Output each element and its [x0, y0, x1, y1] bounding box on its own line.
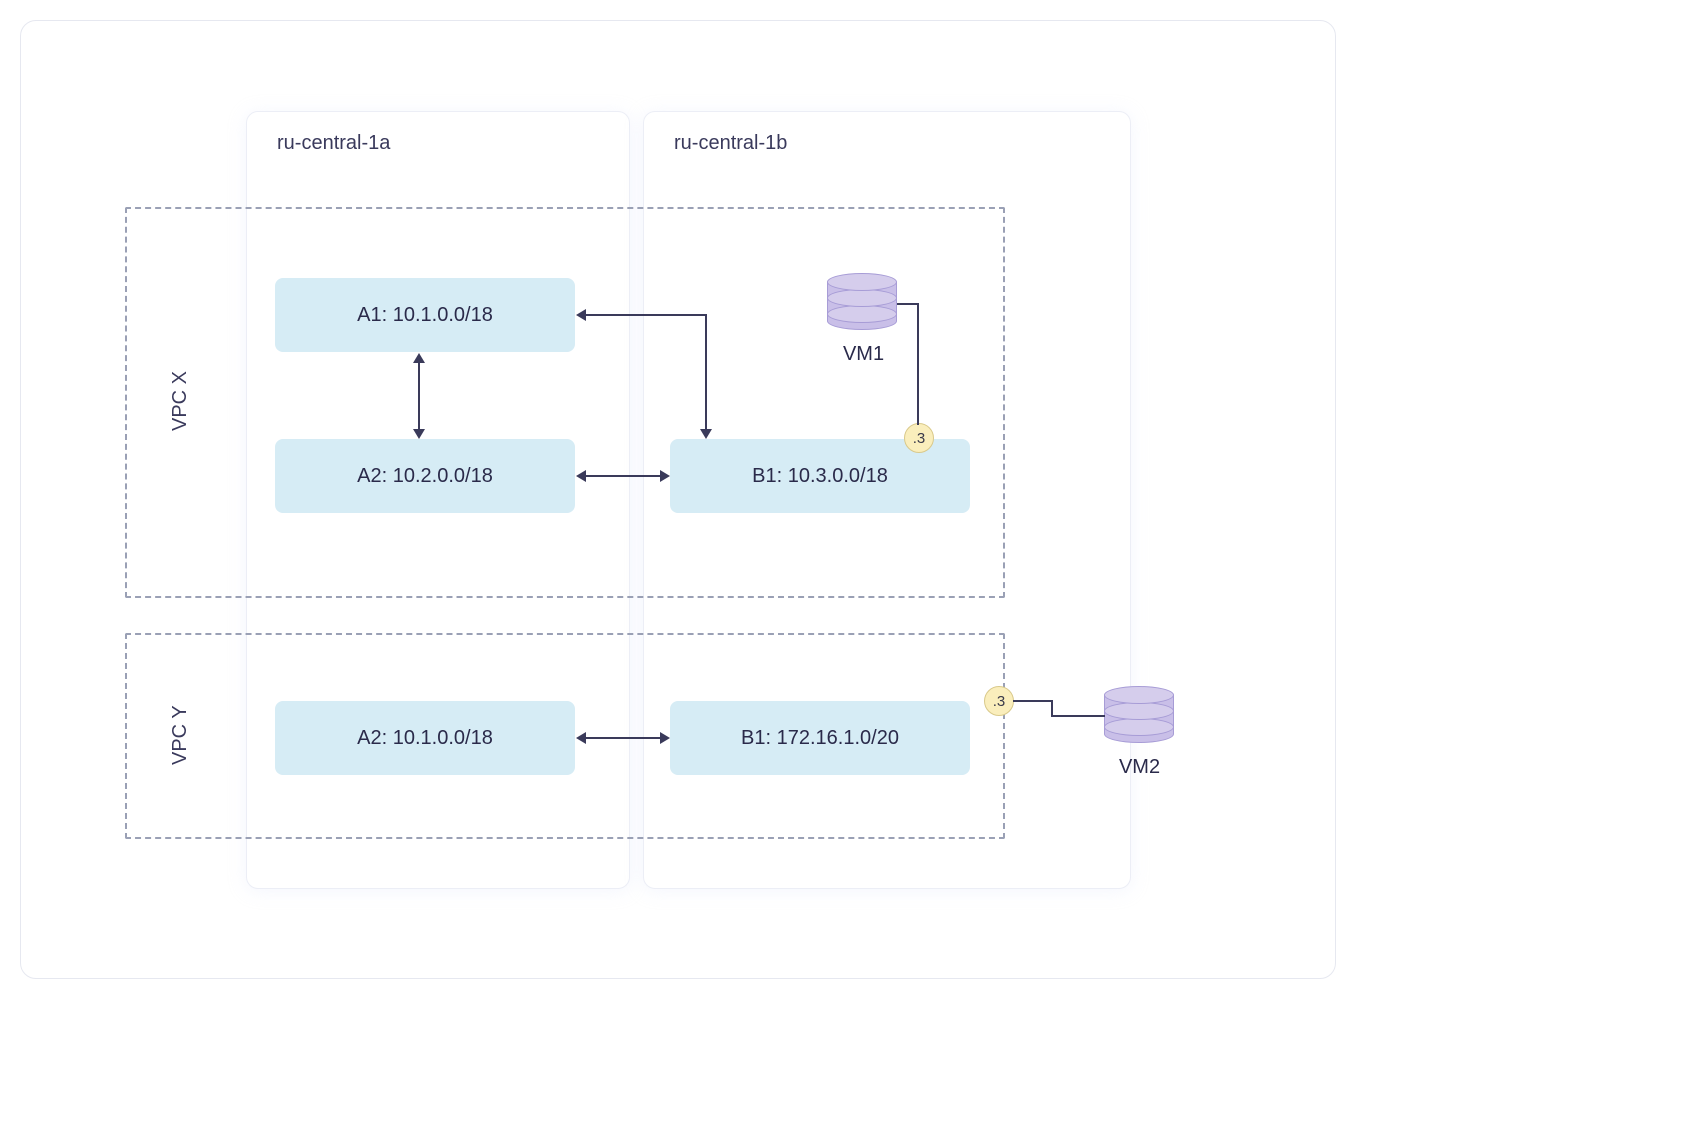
vm1-icon: [827, 273, 897, 331]
vm2-label: VM2: [1117, 756, 1162, 779]
subnet-b1-y-label: B1: 172.16.1.0/20: [741, 727, 899, 750]
subnet-a2-y: A2: 10.1.0.0/18: [275, 701, 575, 775]
diagram-frame: ru-central-1a ru-central-1b VPC X VPC Y …: [20, 20, 1336, 979]
vm1-endpoint-text: .3: [913, 430, 926, 447]
vm1-endpoint-badge: .3: [904, 423, 934, 453]
subnet-a2-x: A2: 10.2.0.0/18: [275, 439, 575, 513]
vpc-x-label: VPC X: [169, 371, 192, 431]
vpc-x: [125, 207, 1005, 598]
vm1-label: VM1: [841, 343, 886, 366]
subnet-a2-x-label: A2: 10.2.0.0/18: [357, 465, 493, 488]
subnet-a1: A1: 10.1.0.0/18: [275, 278, 575, 352]
vm2-icon: [1104, 686, 1174, 744]
vm2-endpoint-badge: .3: [984, 686, 1014, 716]
zone-a-title: ru-central-1a: [247, 112, 629, 155]
subnet-a1-label: A1: 10.1.0.0/18: [357, 304, 493, 327]
vpc-y-label: VPC Y: [169, 705, 192, 765]
vm2-endpoint-text: .3: [993, 693, 1006, 710]
zone-b-title: ru-central-1b: [644, 112, 1130, 155]
subnet-b1-x-label: B1: 10.3.0.0/18: [752, 465, 888, 488]
subnet-a2-y-label: A2: 10.1.0.0/18: [357, 727, 493, 750]
subnet-b1-y: B1: 172.16.1.0/20: [670, 701, 970, 775]
